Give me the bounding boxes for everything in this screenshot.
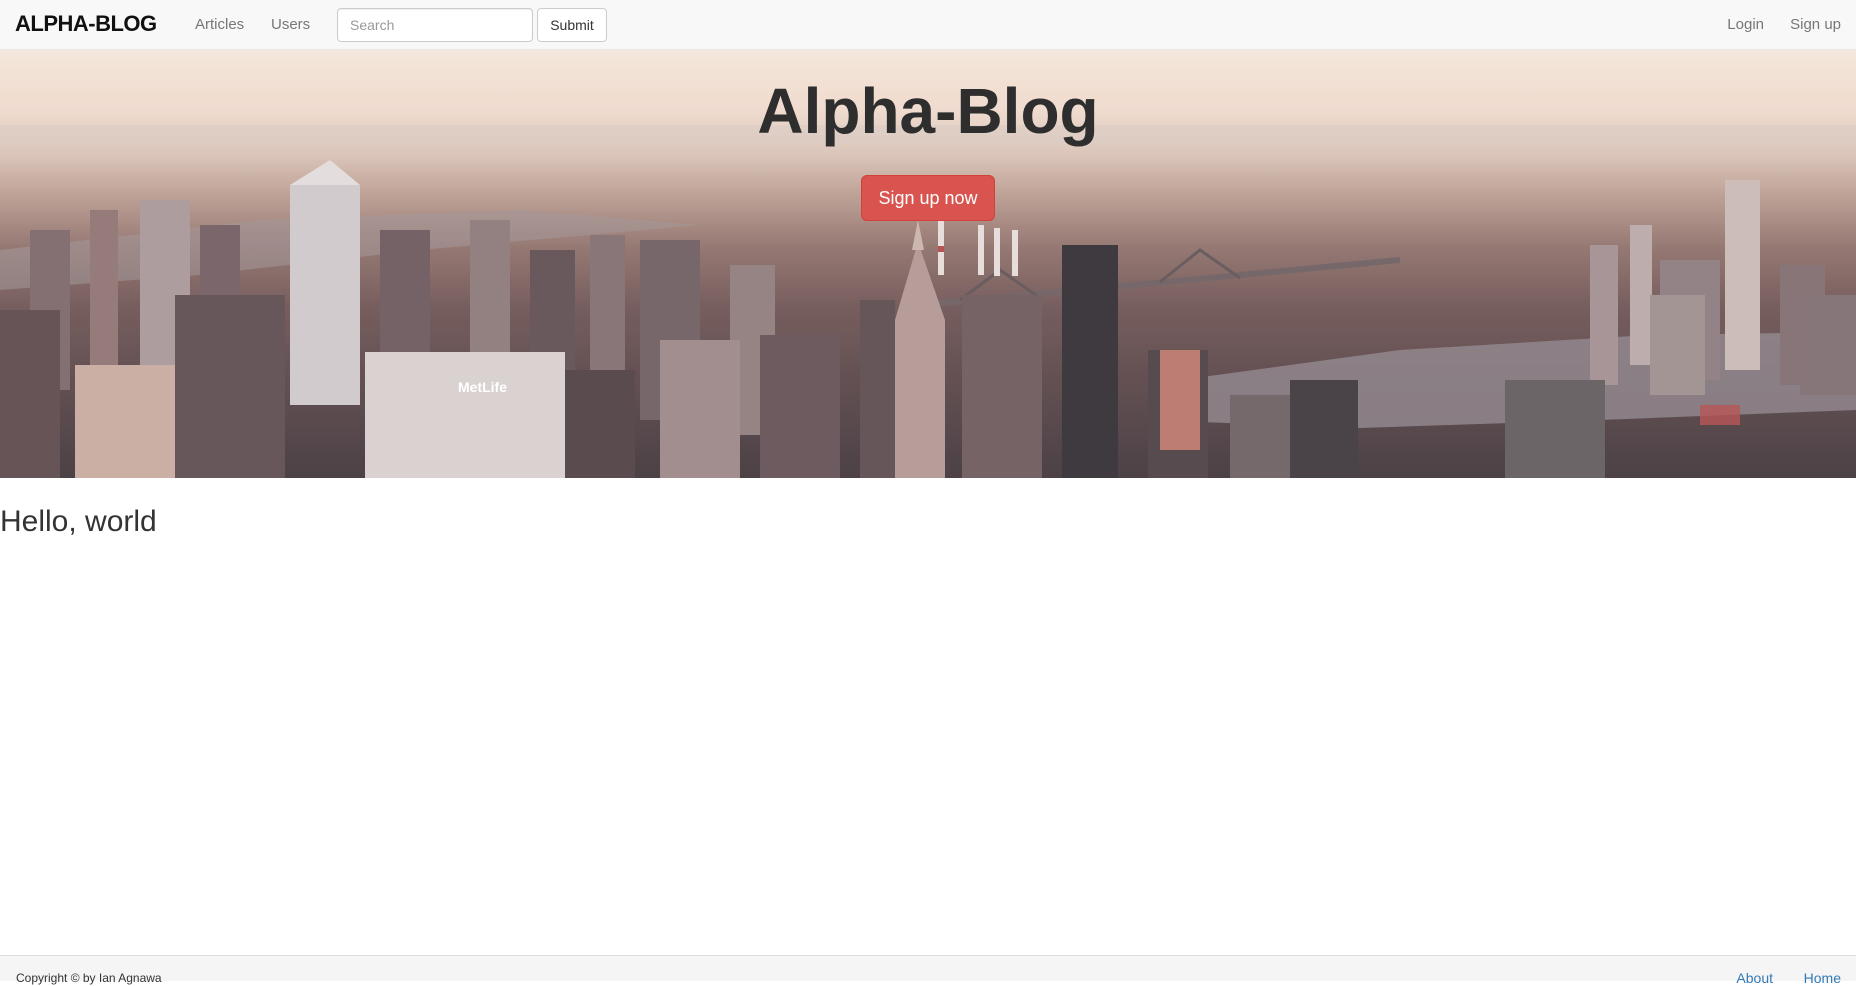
- footer-link-home[interactable]: Home: [1804, 970, 1841, 986]
- brand-logo-link[interactable]: ALPHA-BLOG: [15, 11, 157, 37]
- nav-link-articles[interactable]: Articles: [195, 16, 244, 33]
- hero-banner: MetLife Alpha-Blog Sign up now: [0, 50, 1856, 478]
- main-heading: Hello, world: [0, 505, 157, 538]
- copyright-text: Copyright © by Ian Agnawa: [16, 971, 162, 985]
- footer-link-about[interactable]: About: [1736, 970, 1773, 986]
- hero-title: Alpha-Blog: [757, 75, 1099, 147]
- footer: Copyright © by Ian Agnawa About Home: [0, 955, 1856, 986]
- search-submit-button[interactable]: Submit: [537, 8, 607, 42]
- signup-now-button[interactable]: Sign up now: [861, 175, 995, 221]
- nav-link-signup[interactable]: Sign up: [1790, 16, 1841, 33]
- nav-link-login[interactable]: Login: [1727, 16, 1764, 33]
- navbar: ALPHA-BLOG Articles Users Submit Login S…: [0, 0, 1856, 50]
- search-input[interactable]: [337, 8, 533, 42]
- nav-link-users[interactable]: Users: [271, 16, 310, 33]
